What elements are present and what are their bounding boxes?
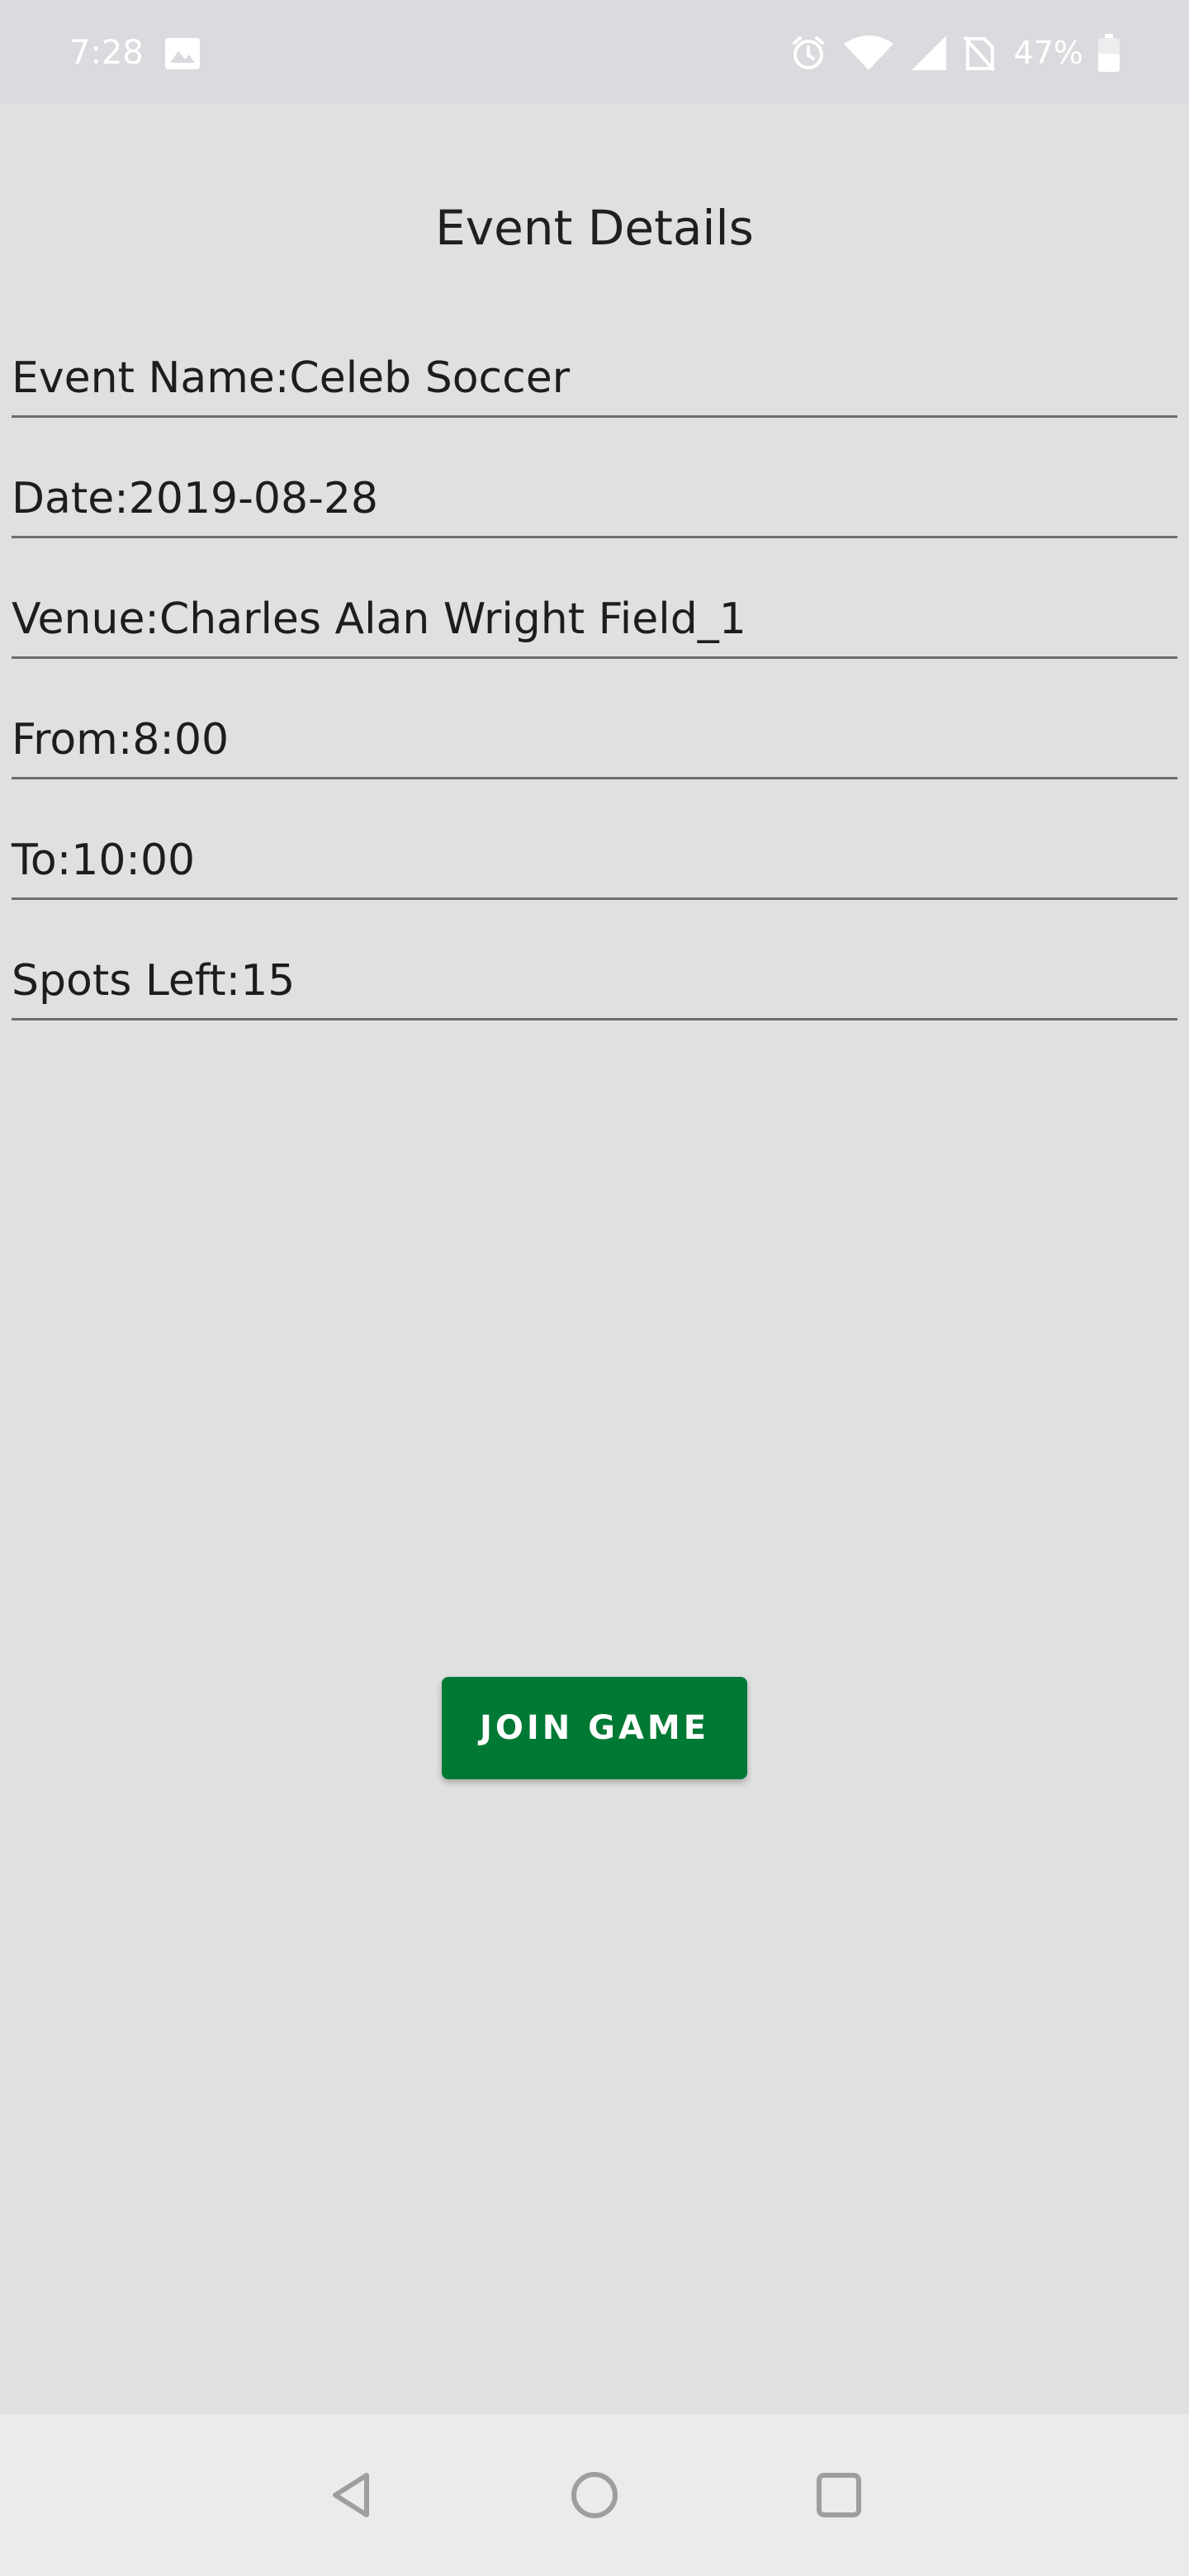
spots-left-field[interactable]: Spots Left:15 xyxy=(12,946,1177,1020)
battery-icon xyxy=(1098,34,1120,72)
status-time: 7:28 xyxy=(69,34,144,72)
venue-field[interactable]: Venue:Charles Alan Wright Field_1 xyxy=(12,585,1177,659)
home-icon[interactable] xyxy=(561,2462,628,2528)
date-text: Date:2019-08-28 xyxy=(12,474,379,523)
spots-left-text: Spots Left:15 xyxy=(12,956,296,1006)
from-time-text: From:8:00 xyxy=(12,715,230,765)
photo-icon xyxy=(165,38,200,69)
back-icon[interactable] xyxy=(319,2462,385,2528)
status-icons: 47% xyxy=(775,30,1120,76)
to-time-text: To:10:00 xyxy=(12,836,196,885)
navigation-bar xyxy=(0,2414,1189,2576)
wifi-icon xyxy=(842,34,895,72)
event-name-text: Event Name:Celeb Soccer xyxy=(12,353,571,403)
page-title: Event Details xyxy=(435,200,754,256)
no-sim-icon xyxy=(963,34,996,72)
join-game-button[interactable]: JOIN GAME xyxy=(442,1677,747,1779)
event-name-field[interactable]: Event Name:Celeb Soccer xyxy=(12,343,1177,418)
to-time-field[interactable]: To:10:00 xyxy=(12,826,1177,900)
from-time-field[interactable]: From:8:00 xyxy=(12,705,1177,779)
date-field[interactable]: Date:2019-08-28 xyxy=(12,464,1177,538)
alarm-icon xyxy=(789,34,827,72)
status-bar: 7:28 47% xyxy=(0,0,1189,104)
signal-icon xyxy=(910,34,948,72)
venue-text: Venue:Charles Alan Wright Field_1 xyxy=(12,594,746,644)
battery-percent: 47% xyxy=(1013,35,1083,71)
recents-icon[interactable] xyxy=(806,2462,872,2528)
